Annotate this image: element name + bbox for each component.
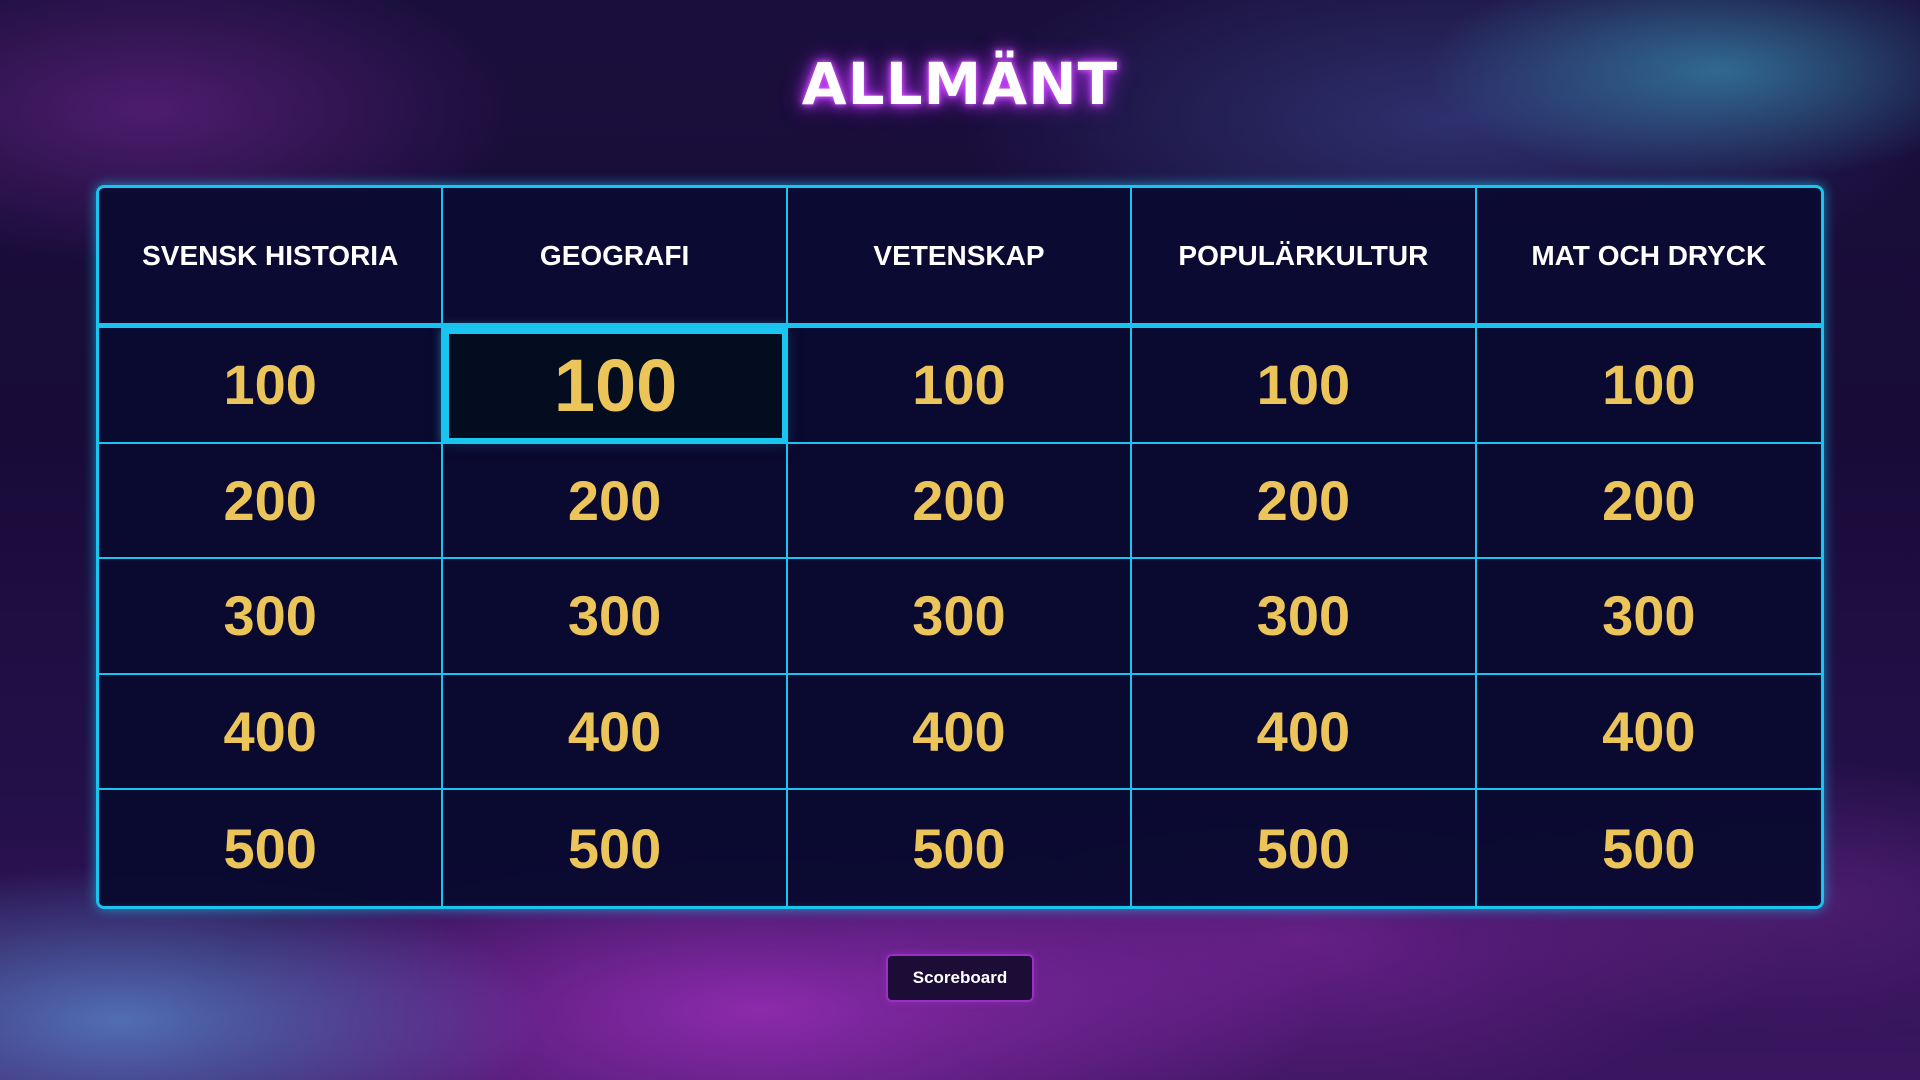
question-cell[interactable]: 200: [787, 443, 1133, 560]
question-cell[interactable]: 300: [1476, 559, 1821, 675]
question-cell[interactable]: 100: [1132, 328, 1477, 444]
question-cell[interactable]: 400: [443, 674, 788, 791]
question-cell[interactable]: 500: [443, 790, 788, 906]
question-cell[interactable]: 500: [99, 790, 444, 906]
question-cell[interactable]: 100: [1476, 328, 1821, 444]
game-title: ALLMÄNT: [801, 50, 1119, 118]
question-cell[interactable]: 200: [443, 443, 788, 560]
question-cell[interactable]: 400: [99, 674, 444, 791]
question-cell[interactable]: 400: [1476, 674, 1821, 791]
scoreboard-button[interactable]: Scoreboard: [886, 954, 1034, 1002]
question-cell[interactable]: 400: [787, 674, 1133, 791]
category-header: SVENSK HISTORIA: [99, 188, 444, 328]
question-cell[interactable]: 500: [1476, 790, 1821, 906]
category-header: VETENSKAP: [787, 188, 1133, 328]
question-cell[interactable]: 200: [99, 443, 444, 560]
category-header: POPULÄRKULTUR: [1132, 188, 1477, 328]
question-cell[interactable]: 100: [787, 328, 1133, 444]
question-cell-selected[interactable]: 100: [443, 328, 788, 444]
question-cell[interactable]: 200: [1476, 443, 1821, 560]
question-cell[interactable]: 300: [99, 559, 444, 675]
question-cell[interactable]: 300: [443, 559, 788, 675]
question-cell[interactable]: 300: [787, 559, 1133, 675]
category-header: MAT OCH DRYCK: [1476, 188, 1821, 328]
question-cell[interactable]: 400: [1132, 674, 1477, 791]
question-cell[interactable]: 100: [99, 328, 444, 444]
question-cell[interactable]: 300: [1132, 559, 1477, 675]
question-cell[interactable]: 200: [1132, 443, 1477, 560]
question-cell[interactable]: 500: [1132, 790, 1477, 906]
game-board: SVENSK HISTORIA GEOGRAFI VETENSKAP POPUL…: [96, 185, 1824, 909]
category-header: GEOGRAFI: [443, 188, 788, 328]
question-cell[interactable]: 500: [787, 790, 1133, 906]
